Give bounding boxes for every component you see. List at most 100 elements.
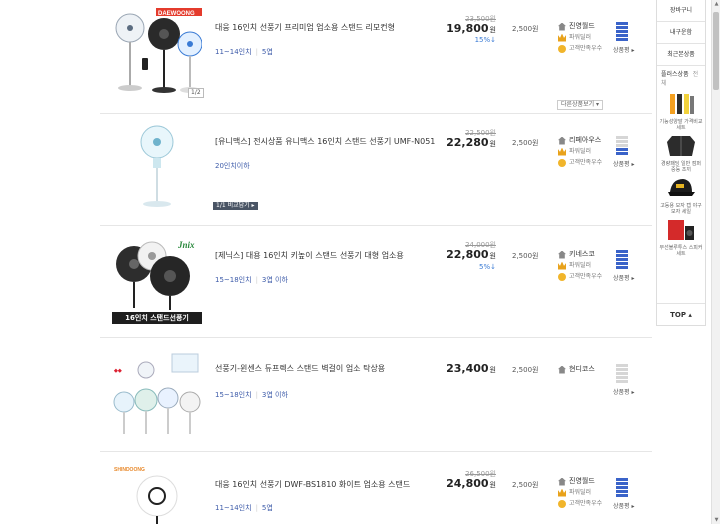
recommend-item[interactable]: 경량패딩 일반 점퍼 중등 조끼 [659,134,703,173]
smile-icon [558,499,566,508]
quick-sidebar: 장바구니 내구운함 최근본상품 플러스상품 전체 기능성양말 가격비교세트 경량패… [656,0,706,326]
socks-image [670,94,694,114]
seller-name[interactable]: 진영월드 [569,476,595,487]
cart-button[interactable]: 장바구니 [657,0,705,22]
seller-info: 현디코스 [558,364,595,375]
seller-info: 진영월드 파워딜러 고객만족우수 [558,476,602,509]
rating-bars [616,478,628,498]
image-pager[interactable]: 1/2 [188,88,204,98]
product-title[interactable]: [유니맥스] 전시상품 유니맥스 16인치 스탠드 선풍기 UMF-N051 [215,135,445,148]
shop-icon [558,136,566,145]
product-title[interactable]: 선풍기-윈센스 듀프렉스 스탠드 벽걸이 업소 탁상용 [215,362,445,375]
spec-size: 15~18인치 [215,391,252,399]
product-title[interactable]: 대웅 16인치 선풍기 프리미엄 업소용 스탠드 리모컨형 [215,21,445,34]
shop-icon [558,477,566,486]
smile-icon [558,272,566,281]
product-row: DAEWOONG 1/2 대웅 16인치 선풍기 프리미엄 업소용 스탠드 리모… [100,0,652,114]
recommend-header: 플러스상품 전체 [661,71,699,87]
shipping-fee: 2,500원 [512,25,539,33]
brand-logo-text: DAEWOONG [158,11,195,17]
product-specs: 11~14인치 | 5엽 [215,48,273,56]
spec-size: 20인치이하 [215,162,250,170]
product-specs: 20인치이하 [215,161,250,171]
more-products-button[interactable]: 다른상품보기 ▾ [557,100,604,110]
shipping-fee: 2,500원 [512,366,539,374]
spec-wings: 3엽 이하 [261,391,288,399]
sale-price: 19,800원 [446,22,496,35]
product-title[interactable]: 대웅 16인치 선풍기 DWF-BS1810 화이트 업소용 스탠드 [215,478,445,491]
scrollbar-thumb[interactable] [713,12,719,90]
padding-jacket-image [667,136,695,156]
smile-icon [558,44,566,53]
review-link[interactable]: 상품평 ▸ [613,501,634,510]
seller-info: 리페아우스 파워딜러 고객만족우수 [558,135,602,168]
shipping-fee: 2,500원 [512,252,539,260]
mypage-button[interactable]: 내구운함 [657,22,705,44]
smile-icon [558,158,566,167]
recommend-item[interactable]: 고등용 모자 캡 야구모자 세일 [659,176,703,215]
svg-text:◆◆: ◆◆ [113,368,122,374]
shop-icon [558,22,566,31]
shop-icon [558,250,566,259]
sale-price: 22,280원 [446,136,496,149]
product-thumbnail[interactable]: SHINDOONG [112,464,202,524]
review-link[interactable]: 상품평 ▸ [613,45,634,54]
product-title[interactable]: [제닉스] 대용 16인치 키높이 스탠드 선풍기 대형 업소용 [215,249,445,262]
review-link[interactable]: 상품평 ▸ [613,273,634,282]
product-row: SHINDOONG 대웅 16인치 선풍기 DWF-BS1810 화이트 업소용… [100,452,652,524]
product-specs: 15~18인치 | 3엽 이하 [215,391,288,399]
product-row: ◆◆ 선풍기-윈센스 듀프렉스 스탠드 벽걸이 업소 탁상용 15~18인치 | 3… [100,338,652,452]
shipping-fee: 2,500원 [512,139,539,147]
product-thumbnail[interactable]: Jnix 16인치 스탠드선풍기 [112,236,202,324]
rating-bars [616,22,628,42]
seller-info: 진영월드 파워딜러 고객만족우수 [558,21,602,54]
scroll-down-arrow-icon[interactable]: ▼ [712,516,720,524]
rating-bars [616,250,628,270]
compare-button[interactable]: 1/1 비교담기 ▸ [213,202,258,210]
review-link[interactable]: 상품평 ▸ [613,387,634,396]
rating-bars [616,364,628,384]
sale-price: 24,800원 [446,477,496,490]
product-specs: 15~18인치 | 3엽 이하 [215,276,288,284]
seller-name[interactable]: 현디코스 [569,364,595,375]
spec-wings: 5엽 [261,48,273,56]
spec-wings: 5엽 [261,504,273,512]
vertical-scrollbar[interactable]: ▲ ▼ [711,0,720,524]
product-thumbnail[interactable]: DAEWOONG [112,6,202,94]
sale-price: 22,800원 [446,248,496,261]
spec-size: 11~14인치 [215,48,252,56]
thumbnail-caption: 16인치 스탠드선풍기 [125,314,189,322]
seller-name[interactable]: 키네스코 [569,249,595,260]
discount-rate: 5%↓ [479,263,496,271]
speaker-image [668,220,694,240]
product-thumbnail[interactable] [112,120,202,208]
scroll-up-arrow-icon[interactable]: ▲ [712,0,720,8]
review-link[interactable]: 상품평 ▸ [613,159,634,168]
recent-products-button[interactable]: 최근본상품 [657,44,705,66]
shop-icon [558,365,566,374]
crown-icon [558,147,566,156]
shipping-fee: 2,500원 [512,481,539,489]
discount-rate: 15%↓ [474,36,496,44]
crown-icon [558,488,566,497]
sale-price: 23,400원 [446,362,496,375]
product-thumbnail[interactable]: ◆◆ [112,350,202,438]
product-specs: 11~14인치 | 5엽 [215,504,273,512]
spec-size: 11~14인치 [215,504,252,512]
scroll-top-button[interactable]: TOP ▴ [657,303,705,325]
spec-size: 15~18인치 [215,276,252,284]
product-row: Jnix 16인치 스탠드선풍기 [제닉스] 대용 16인치 키높이 스탠드 선… [100,226,652,338]
crown-icon [558,33,566,42]
crown-icon [558,261,566,270]
seller-name[interactable]: 진영월드 [569,21,595,32]
cap-image [668,179,695,196]
recommend-item[interactable]: 무선블루투스 스피커 세트 [659,218,703,257]
spec-wings: 3엽 이하 [261,276,288,284]
rating-bars [616,136,628,156]
seller-name[interactable]: 리페아우스 [569,135,601,146]
seller-info: 키네스코 파워딜러 고객만족우수 [558,249,602,282]
brand-logo-text: SHINDOONG [114,467,145,473]
brand-logo-text: Jnix [177,240,195,250]
recommend-item[interactable]: 기능성양말 가격비교세트 [659,92,703,131]
product-row: [유니맥스] 전시상품 유니맥스 16인치 스탠드 선풍기 UMF-N051 2… [100,114,652,226]
